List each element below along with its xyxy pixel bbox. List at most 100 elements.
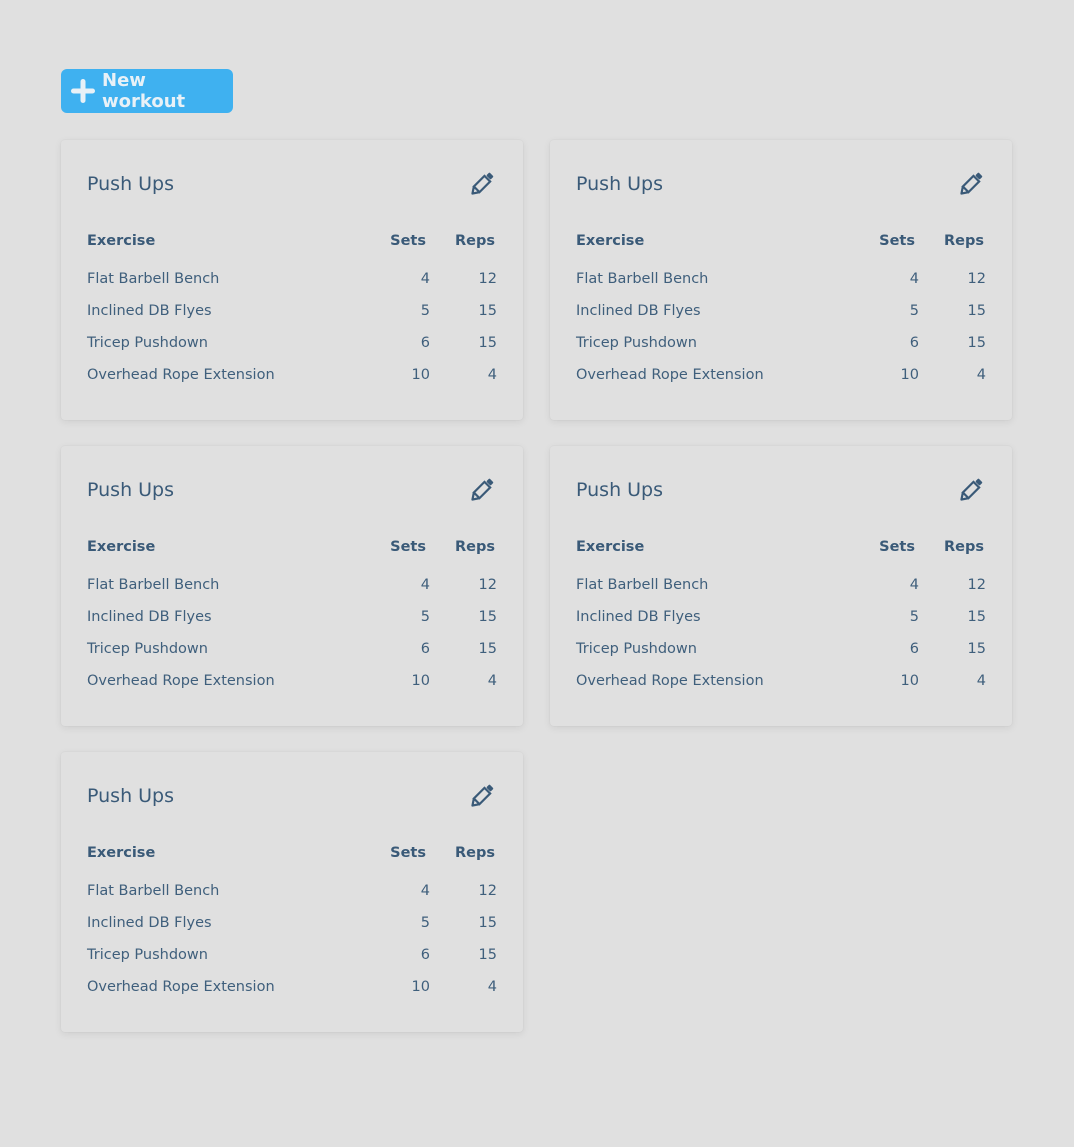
exercise-table: Exercise Sets Reps Flat Barbell Bench 4 …	[87, 845, 499, 1011]
new-workout-button[interactable]: New workout	[61, 69, 233, 113]
sets-value: 6	[909, 641, 919, 657]
table-row: Tricep Pushdown 6 15	[576, 641, 988, 673]
table-row: Inclined DB Flyes 5 15	[87, 303, 499, 335]
new-workout-label: New workout	[102, 70, 186, 112]
column-header-reps: Reps	[454, 539, 495, 555]
reps-value: 4	[487, 673, 497, 689]
sets-value: 4	[909, 577, 919, 593]
plus-icon	[70, 78, 96, 104]
column-header-reps: Reps	[943, 539, 984, 555]
column-header-exercise: Exercise	[87, 539, 156, 555]
table-row: Inclined DB Flyes 5 15	[576, 609, 988, 641]
table-row: Flat Barbell Bench 4 12	[87, 271, 499, 303]
reps-value: 12	[478, 271, 497, 287]
workout-title: Push Ups	[576, 173, 664, 195]
column-header-sets: Sets	[390, 845, 426, 861]
sets-value: 10	[411, 673, 430, 689]
column-header-sets: Sets	[879, 539, 915, 555]
column-header-sets: Sets	[390, 539, 426, 555]
sets-value: 10	[411, 979, 430, 995]
reps-value: 15	[478, 641, 497, 657]
reps-value: 15	[478, 915, 497, 931]
table-header: Exercise Sets Reps	[87, 845, 499, 867]
sets-value: 10	[900, 673, 919, 689]
exercise-name: Overhead Rope Extension	[576, 367, 764, 383]
sets-value: 4	[420, 883, 430, 899]
exercise-name: Inclined DB Flyes	[576, 609, 701, 625]
table-header: Exercise Sets Reps	[87, 539, 499, 561]
sets-value: 6	[909, 335, 919, 351]
reps-value: 15	[967, 335, 986, 351]
column-header-exercise: Exercise	[87, 845, 156, 861]
column-header-sets: Sets	[879, 233, 915, 249]
exercise-name: Tricep Pushdown	[576, 335, 697, 351]
sets-value: 5	[420, 609, 430, 625]
table-row: Inclined DB Flyes 5 15	[87, 915, 499, 947]
sets-value: 5	[909, 303, 919, 319]
pencil-icon[interactable]	[467, 169, 497, 199]
table-row: Overhead Rope Extension 10 4	[576, 673, 988, 705]
reps-value: 15	[967, 303, 986, 319]
table-row: Inclined DB Flyes 5 15	[87, 609, 499, 641]
exercise-name: Inclined DB Flyes	[87, 915, 212, 931]
exercise-name: Overhead Rope Extension	[576, 673, 764, 689]
reps-value: 4	[487, 367, 497, 383]
exercise-name: Overhead Rope Extension	[87, 367, 275, 383]
exercise-name: Overhead Rope Extension	[87, 673, 275, 689]
column-header-exercise: Exercise	[576, 539, 645, 555]
exercise-name: Tricep Pushdown	[87, 641, 208, 657]
workout-card: Push Ups Exercise Sets Reps Flat Barbell…	[550, 140, 1012, 420]
workout-card: Push Ups Exercise Sets Reps Flat Barbell…	[61, 140, 523, 420]
reps-value: 4	[976, 673, 986, 689]
reps-value: 15	[478, 609, 497, 625]
sets-value: 10	[900, 367, 919, 383]
sets-value: 4	[420, 577, 430, 593]
table-row: Tricep Pushdown 6 15	[87, 947, 499, 979]
reps-value: 15	[478, 947, 497, 963]
pencil-icon[interactable]	[956, 169, 986, 199]
table-row: Tricep Pushdown 6 15	[576, 335, 988, 367]
reps-value: 4	[976, 367, 986, 383]
sets-value: 10	[411, 367, 430, 383]
table-row: Overhead Rope Extension 10 4	[87, 367, 499, 399]
pencil-icon[interactable]	[956, 475, 986, 505]
exercise-name: Flat Barbell Bench	[576, 271, 709, 287]
exercise-name: Inclined DB Flyes	[576, 303, 701, 319]
sets-value: 4	[420, 271, 430, 287]
column-header-exercise: Exercise	[87, 233, 156, 249]
column-header-exercise: Exercise	[576, 233, 645, 249]
table-row: Flat Barbell Bench 4 12	[576, 577, 988, 609]
table-row: Overhead Rope Extension 10 4	[576, 367, 988, 399]
reps-value: 15	[967, 641, 986, 657]
reps-value: 12	[967, 577, 986, 593]
table-row: Flat Barbell Bench 4 12	[87, 577, 499, 609]
column-header-reps: Reps	[454, 233, 495, 249]
workout-card: Push Ups Exercise Sets Reps Flat Barbell…	[61, 752, 523, 1032]
column-header-sets: Sets	[390, 233, 426, 249]
table-row: Inclined DB Flyes 5 15	[576, 303, 988, 335]
table-row: Tricep Pushdown 6 15	[87, 641, 499, 673]
exercise-table: Exercise Sets Reps Flat Barbell Bench 4 …	[576, 539, 988, 705]
workout-title: Push Ups	[87, 785, 175, 807]
table-header: Exercise Sets Reps	[87, 233, 499, 255]
table-row: Overhead Rope Extension 10 4	[87, 673, 499, 705]
reps-value: 4	[487, 979, 497, 995]
pencil-icon[interactable]	[467, 475, 497, 505]
table-row: Overhead Rope Extension 10 4	[87, 979, 499, 1011]
exercise-table: Exercise Sets Reps Flat Barbell Bench 4 …	[87, 233, 499, 399]
exercise-name: Flat Barbell Bench	[87, 883, 220, 899]
sets-value: 6	[420, 641, 430, 657]
column-header-reps: Reps	[943, 233, 984, 249]
exercise-name: Flat Barbell Bench	[87, 271, 220, 287]
pencil-icon[interactable]	[467, 781, 497, 811]
exercise-table: Exercise Sets Reps Flat Barbell Bench 4 …	[87, 539, 499, 705]
workout-title: Push Ups	[87, 479, 175, 501]
table-row: Flat Barbell Bench 4 12	[576, 271, 988, 303]
sets-value: 6	[420, 947, 430, 963]
exercise-name: Tricep Pushdown	[87, 947, 208, 963]
exercise-name: Flat Barbell Bench	[576, 577, 709, 593]
exercise-name: Tricep Pushdown	[87, 335, 208, 351]
workouts-page: New workout Push Ups Exercise Sets Reps …	[0, 0, 1074, 1147]
reps-value: 12	[478, 577, 497, 593]
sets-value: 5	[420, 303, 430, 319]
